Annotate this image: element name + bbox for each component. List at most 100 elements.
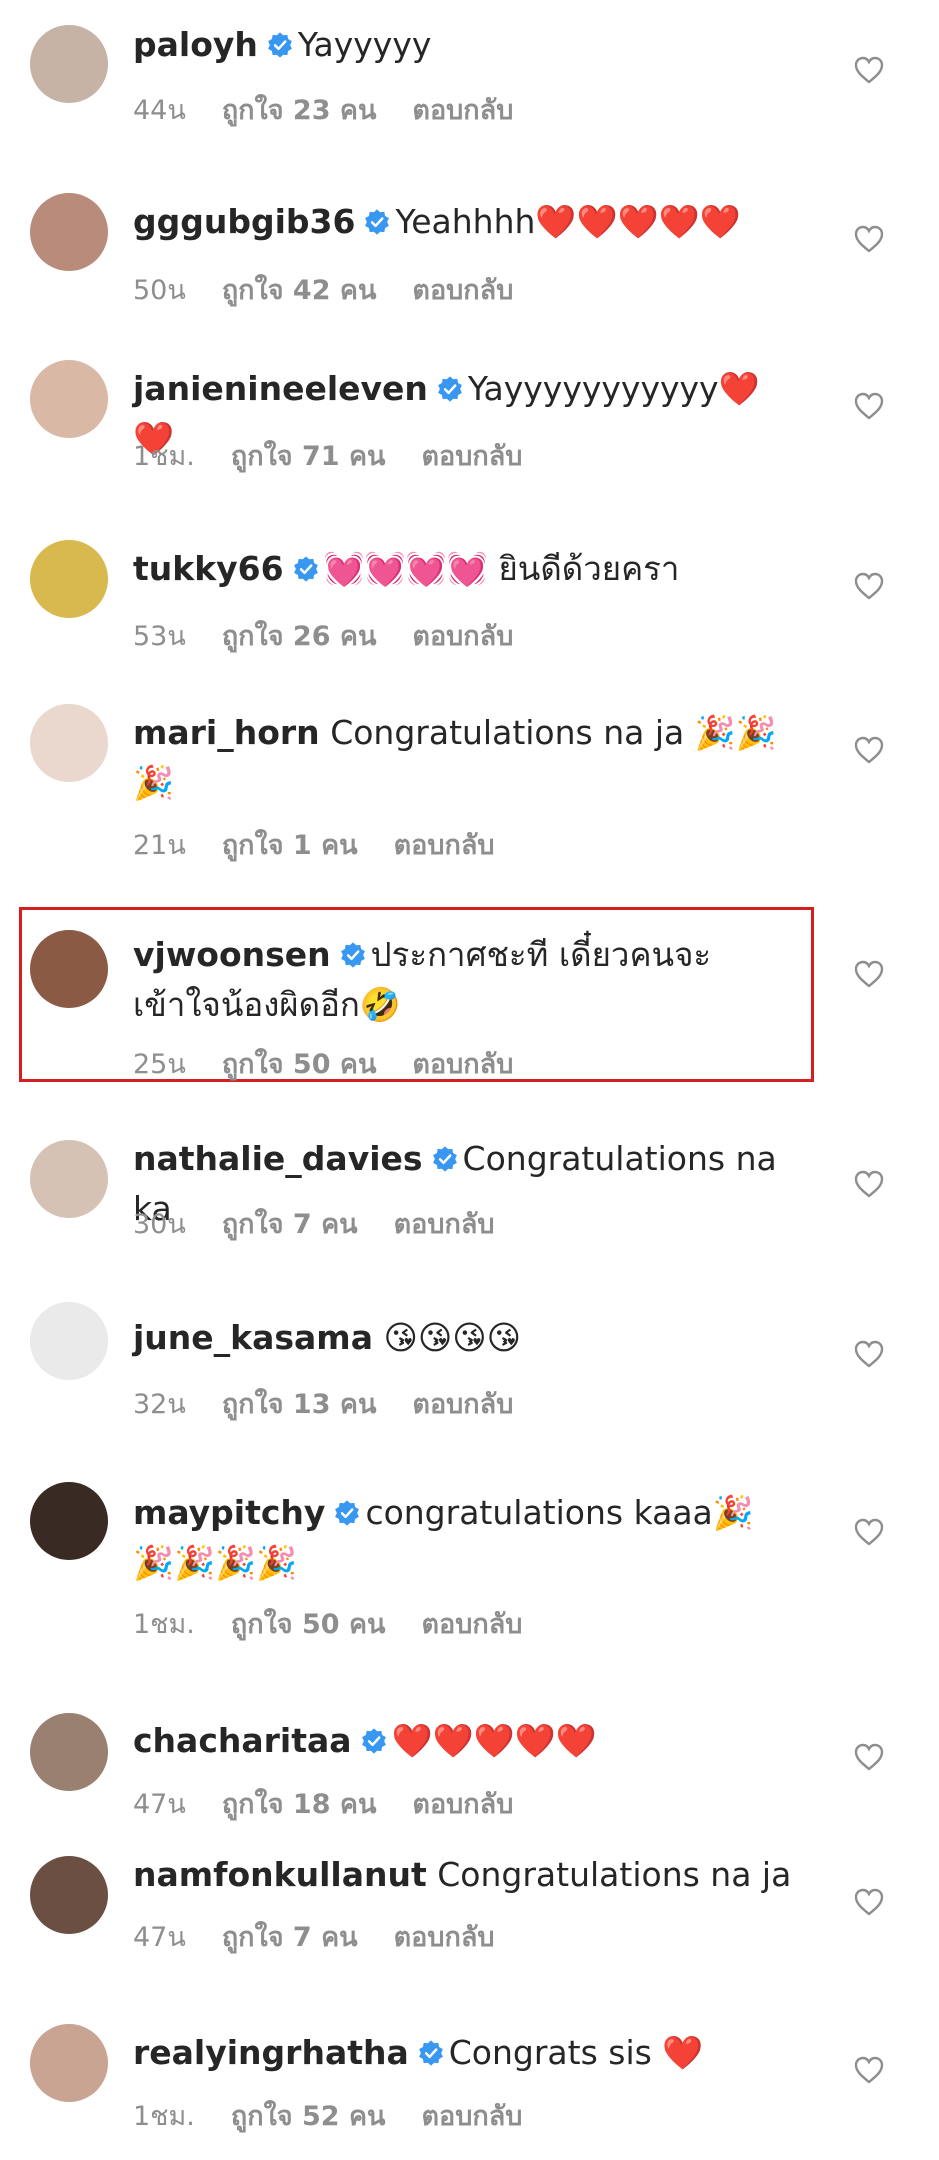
timestamp: 32น xyxy=(133,1389,186,1420)
comment-text: gggubgib36 Yeahhhh❤️❤️❤️❤️❤️ xyxy=(133,197,793,247)
comment-text: june_kasama 😘😘😘😘 xyxy=(133,1313,793,1363)
username[interactable]: vjwoonsen xyxy=(133,935,331,974)
timestamp: 1ชม. xyxy=(133,2101,195,2132)
like-count[interactable]: ถูกใจ 42 คน xyxy=(222,275,377,306)
avatar[interactable] xyxy=(30,930,108,1008)
like-heart-icon[interactable] xyxy=(854,736,884,764)
avatar[interactable] xyxy=(30,540,108,618)
reply-button[interactable]: ตอบกลับ xyxy=(394,1209,495,1240)
comment-meta: 1ชม. ถูกใจ 71 คน ตอบกลับ xyxy=(133,434,558,477)
comment-meta: 50น ถูกใจ 42 คน ตอบกลับ xyxy=(133,268,549,311)
comment-text: tukky66 💓💓💓💓 ยินดีด้วยครา xyxy=(133,544,793,594)
comment-meta: 32น ถูกใจ 13 คน ตอบกลับ xyxy=(133,1382,549,1425)
avatar[interactable] xyxy=(30,360,108,438)
avatar[interactable] xyxy=(30,1856,108,1934)
reply-button[interactable]: ตอบกลับ xyxy=(394,1922,495,1953)
username[interactable]: namfonkullanut xyxy=(133,1855,427,1894)
timestamp: 53น xyxy=(133,621,186,652)
like-heart-icon[interactable] xyxy=(854,392,884,420)
like-heart-icon[interactable] xyxy=(854,2056,884,2084)
verified-badge-icon xyxy=(361,1728,386,1754)
like-heart-icon[interactable] xyxy=(854,1340,884,1368)
like-count[interactable]: ถูกใจ 50 คน xyxy=(231,1609,386,1640)
comment-meta: 47น ถูกใจ 18 คน ตอบกลับ xyxy=(133,1782,549,1825)
like-heart-icon[interactable] xyxy=(854,572,884,600)
verified-badge-icon xyxy=(432,1146,457,1172)
comment-meta: 44น ถูกใจ 23 คน ตอบกลับ xyxy=(133,88,549,131)
reply-button[interactable]: ตอบกลับ xyxy=(412,95,513,126)
reply-button[interactable]: ตอบกลับ xyxy=(421,2101,522,2132)
verified-badge-icon xyxy=(335,1500,360,1526)
like-count[interactable]: ถูกใจ 52 คน xyxy=(231,2101,386,2132)
like-count[interactable]: ถูกใจ 50 คน xyxy=(222,1049,377,1080)
username[interactable]: mari_horn xyxy=(133,713,320,752)
comment-text: maypitchy congratulations kaaa🎉🎉🎉🎉🎉 xyxy=(133,1488,793,1588)
timestamp: 1ชม. xyxy=(133,1609,195,1640)
username[interactable]: maypitchy xyxy=(133,1493,325,1532)
timestamp: 44น xyxy=(133,95,186,126)
comment-text: mari_horn Congratulations na ja 🎉🎉🎉 xyxy=(133,708,793,808)
avatar[interactable] xyxy=(30,193,108,271)
avatar[interactable] xyxy=(30,1302,108,1380)
comment-body: Congratulations na ja xyxy=(437,1855,792,1894)
like-count[interactable]: ถูกใจ 7 คน xyxy=(222,1922,358,1953)
comment-text: vjwoonsen ประกาศชะที เดี๋ยวคนจะเข้าใจน้อง… xyxy=(133,930,793,1030)
reply-button[interactable]: ตอบกลับ xyxy=(412,275,513,306)
verified-badge-icon xyxy=(293,556,318,582)
avatar[interactable] xyxy=(30,1713,108,1791)
comment-meta: 1ชม. ถูกใจ 52 คน ตอบกลับ xyxy=(133,2094,558,2137)
like-heart-icon[interactable] xyxy=(854,1888,884,1916)
verified-badge-icon xyxy=(267,32,292,58)
like-count[interactable]: ถูกใจ 1 คน xyxy=(222,830,358,861)
reply-button[interactable]: ตอบกลับ xyxy=(421,1609,522,1640)
avatar[interactable] xyxy=(30,1140,108,1218)
comment-body: ❤️❤️❤️❤️❤️ xyxy=(391,1721,597,1760)
username[interactable]: janienineeleven xyxy=(133,369,428,408)
comment-text: namfonkullanut Congratulations na ja xyxy=(133,1850,793,1900)
like-heart-icon[interactable] xyxy=(854,960,884,988)
avatar[interactable] xyxy=(30,1482,108,1560)
username[interactable]: paloyh xyxy=(133,25,258,64)
like-count[interactable]: ถูกใจ 13 คน xyxy=(222,1389,377,1420)
avatar[interactable] xyxy=(30,2024,108,2102)
like-heart-icon[interactable] xyxy=(854,1170,884,1198)
reply-button[interactable]: ตอบกลับ xyxy=(412,1789,513,1820)
like-count[interactable]: ถูกใจ 18 คน xyxy=(222,1789,377,1820)
reply-button[interactable]: ตอบกลับ xyxy=(412,1389,513,1420)
comment-body: Yeahhhh❤️❤️❤️❤️❤️ xyxy=(395,202,741,241)
timestamp: 47น xyxy=(133,1922,186,1953)
reply-button[interactable]: ตอบกลับ xyxy=(412,1049,513,1080)
username[interactable]: nathalie_davies xyxy=(133,1139,423,1178)
comment-body: 😘😘😘😘 xyxy=(383,1318,522,1357)
like-count[interactable]: ถูกใจ 71 คน xyxy=(231,441,386,472)
like-count[interactable]: ถูกใจ 23 คน xyxy=(222,95,377,126)
timestamp: 30น xyxy=(133,1209,186,1240)
like-heart-icon[interactable] xyxy=(854,1743,884,1771)
username[interactable]: tukky66 xyxy=(133,549,284,588)
timestamp: 50น xyxy=(133,275,186,306)
avatar[interactable] xyxy=(30,25,108,103)
like-heart-icon[interactable] xyxy=(854,56,884,84)
comment-text: realyingrhatha Congrats sis ❤️ xyxy=(133,2028,793,2078)
timestamp: 21น xyxy=(133,830,186,861)
comment-text: paloyh Yayyyyy xyxy=(133,20,793,70)
username[interactable]: chacharitaa xyxy=(133,1721,352,1760)
comment-meta: 25น ถูกใจ 50 คน ตอบกลับ xyxy=(133,1042,549,1085)
reply-button[interactable]: ตอบกลับ xyxy=(412,621,513,652)
comment-body: Yayyyyy xyxy=(297,25,432,64)
comment-meta: 30น ถูกใจ 7 คน ตอบกลับ xyxy=(133,1202,531,1245)
username[interactable]: realyingrhatha xyxy=(133,2033,409,2072)
like-count[interactable]: ถูกใจ 26 คน xyxy=(222,621,377,652)
like-heart-icon[interactable] xyxy=(854,225,884,253)
reply-button[interactable]: ตอบกลับ xyxy=(421,441,522,472)
comment-meta: 1ชม. ถูกใจ 50 คน ตอบกลับ xyxy=(133,1602,558,1645)
like-count[interactable]: ถูกใจ 7 คน xyxy=(222,1209,358,1240)
like-heart-icon[interactable] xyxy=(854,1518,884,1546)
username[interactable]: gggubgib36 xyxy=(133,202,355,241)
reply-button[interactable]: ตอบกลับ xyxy=(394,830,495,861)
comment-body: 💓💓💓💓 ยินดีด้วยครา xyxy=(323,549,680,588)
comment-body: Congrats sis ❤️ xyxy=(448,2033,704,2072)
username[interactable]: june_kasama xyxy=(133,1318,373,1357)
avatar[interactable] xyxy=(30,704,108,782)
comment-meta: 53น ถูกใจ 26 คน ตอบกลับ xyxy=(133,614,549,657)
